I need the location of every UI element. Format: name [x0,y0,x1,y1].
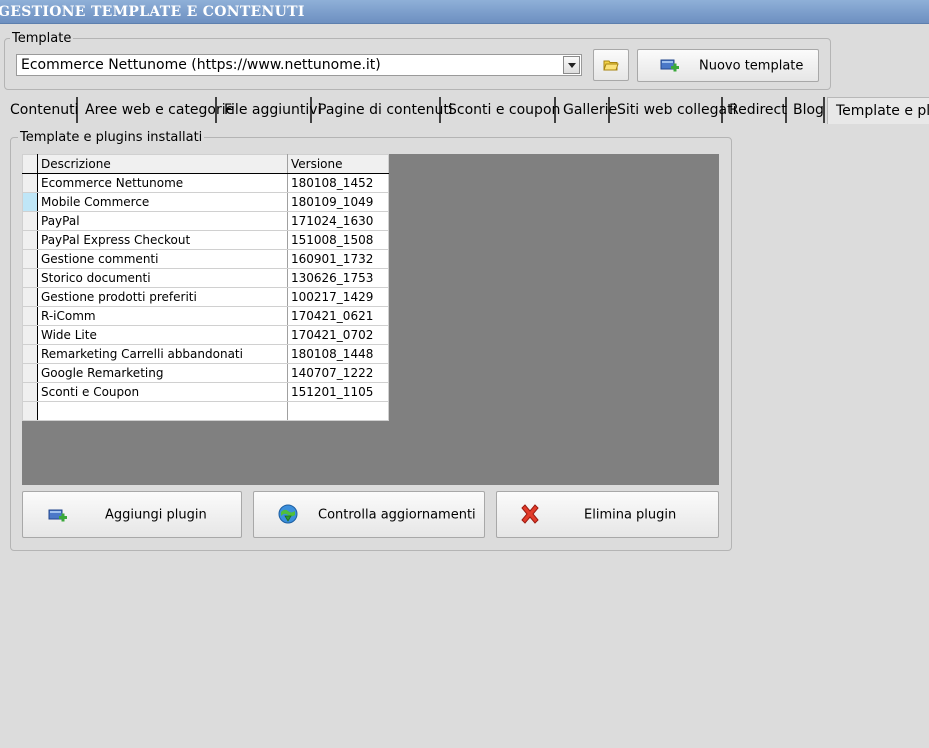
title-bar: GESTIONE TEMPLATE E CONTENUTI [0,0,929,24]
dropdown-arrow-icon[interactable] [563,56,580,74]
table-row[interactable]: Wide Lite 170421_0702 [22,325,389,345]
template-group-label: Template [10,31,74,46]
delete-plugin-button[interactable]: Elimina plugin [496,491,719,538]
row-selector[interactable] [22,211,38,231]
tab-label: Blog [793,102,824,118]
table-row-new[interactable] [22,401,389,421]
table-row[interactable]: Storico documenti 130626_1753 [22,268,389,288]
check-updates-button[interactable]: Controlla aggiornamenti [253,491,485,538]
cell-description[interactable]: Ecommerce Nettunome [37,173,288,193]
delete-x-icon [521,504,539,524]
cell-version[interactable]: 180109_1049 [287,192,389,212]
cell-description[interactable]: Sconti e Coupon [37,382,288,402]
update-globe-icon [278,504,298,524]
cell-version[interactable]: 180108_1448 [287,344,389,364]
cell-version[interactable]: 170421_0621 [287,306,389,326]
new-template-button[interactable]: Nuovo template [637,49,819,82]
cell-version-empty[interactable] [287,401,389,421]
row-selector[interactable] [22,173,38,193]
tab-sconti-coupon[interactable]: Sconti e coupon [444,97,560,123]
table-row[interactable]: PayPal 171024_1630 [22,211,389,231]
cell-description[interactable]: PayPal Express Checkout [37,230,288,250]
cell-description[interactable]: Mobile Commerce [37,192,288,212]
cell-version[interactable]: 140707_1222 [287,363,389,383]
tab-aree-web[interactable]: Aree web e categorie [81,97,234,123]
plugins-table: Descrizione Versione Ecommerce Nettunome… [22,154,389,421]
row-selector-header [22,154,38,174]
cell-version[interactable]: 180108_1452 [287,173,389,193]
tab-bar: Contenuti Aree web e categorie File aggi… [0,97,929,124]
table-row[interactable]: Ecommerce Nettunome 180108_1452 [22,173,389,193]
row-selector[interactable] [22,287,38,307]
add-window-icon [660,59,679,72]
cell-description[interactable]: Wide Lite [37,325,288,345]
table-row[interactable]: R-iComm 170421_0621 [22,306,389,326]
cell-description-empty[interactable] [37,401,288,421]
tab-siti-web-collegati[interactable]: Siti web collegati [613,97,737,123]
cell-version[interactable]: 160901_1732 [287,249,389,269]
cell-description[interactable]: Google Remarketing [37,363,288,383]
check-updates-label: Controlla aggiornamenti [318,507,476,522]
cell-description[interactable]: Gestione commenti [37,249,288,269]
table-header-row: Descrizione Versione [22,154,389,174]
add-plugin-button[interactable]: Aggiungi plugin [22,491,242,538]
column-header-descrizione[interactable]: Descrizione [37,154,288,174]
cell-version[interactable]: 170421_0702 [287,325,389,345]
tab-blog[interactable]: Blog [789,97,825,123]
tab-template-plugins[interactable]: Template e plug [827,97,929,124]
row-selector[interactable] [22,249,38,269]
tab-label: Pagine di contenuti [318,102,453,118]
table-row[interactable]: Mobile Commerce 180109_1049 [22,192,389,212]
row-selector[interactable] [22,401,38,421]
table-row[interactable]: Gestione prodotti preferiti 100217_1429 [22,287,389,307]
cell-description[interactable]: R-iComm [37,306,288,326]
tab-label: Siti web collegati [617,102,737,118]
cell-description[interactable]: Remarketing Carrelli abbandonati [37,344,288,364]
add-plugin-label: Aggiungi plugin [105,507,207,522]
tab-redirect[interactable]: Redirect [725,97,787,123]
cell-version[interactable]: 171024_1630 [287,211,389,231]
cell-version[interactable]: 151008_1508 [287,230,389,250]
row-selector[interactable] [22,230,38,250]
table-row[interactable]: Sconti e Coupon 151201_1105 [22,382,389,402]
column-header-versione[interactable]: Versione [287,154,389,174]
delete-plugin-label: Elimina plugin [584,507,677,522]
open-folder-button[interactable] [593,49,629,81]
cell-description[interactable]: Storico documenti [37,268,288,288]
table-row[interactable]: PayPal Express Checkout 151008_1508 [22,230,389,250]
tab-file-aggiuntivi[interactable]: File aggiuntivi [220,97,321,123]
plugins-group-label: Template e plugins installati [18,130,205,145]
cell-description[interactable]: PayPal [37,211,288,231]
folder-icon [603,60,619,71]
cell-version[interactable]: 130626_1753 [287,268,389,288]
row-selector[interactable] [22,268,38,288]
tab-label: Redirect [729,102,787,118]
tab-gallerie[interactable]: Gallerie [559,97,617,123]
cell-version[interactable]: 151201_1105 [287,382,389,402]
row-selector[interactable] [22,363,38,383]
tab-label: Aree web e categorie [85,102,235,118]
table-row[interactable]: Remarketing Carrelli abbandonati 180108_1… [22,344,389,364]
add-window-icon [48,509,67,522]
new-template-label: Nuovo template [699,58,804,73]
row-selector[interactable] [22,344,38,364]
template-select[interactable]: Ecommerce Nettunome (https://www.nettuno… [16,54,582,76]
row-selector[interactable] [22,382,38,402]
row-selector[interactable] [22,325,38,345]
tab-label: Sconti e coupon [448,102,561,118]
tab-label: File aggiuntivi [224,102,322,118]
row-selector[interactable] [22,306,38,326]
table-row[interactable]: Google Remarketing 140707_1222 [22,363,389,383]
window-title: GESTIONE TEMPLATE E CONTENUTI [0,4,305,20]
table-row[interactable]: Gestione commenti 160901_1732 [22,249,389,269]
template-select-value: Ecommerce Nettunome (https://www.nettuno… [21,57,381,73]
cell-version[interactable]: 100217_1429 [287,287,389,307]
tab-contenuti[interactable]: Contenuti [6,97,78,123]
tab-label: Gallerie [563,102,618,118]
tab-label: Contenuti [10,102,79,118]
tab-label: Template e plug [836,103,929,119]
tab-pagine-contenuti[interactable]: Pagine di contenuti [314,97,453,123]
row-selector-current[interactable] [22,192,38,212]
cell-description[interactable]: Gestione prodotti preferiti [37,287,288,307]
